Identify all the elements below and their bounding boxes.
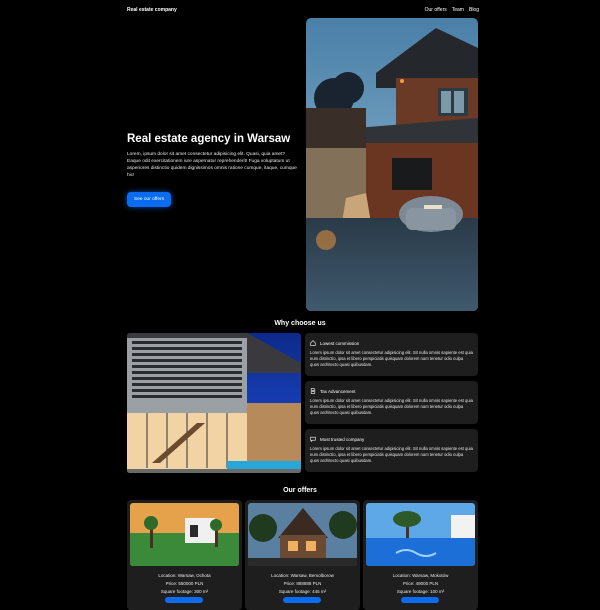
offer-location: Location: Warsaw, Bemolborow <box>271 573 334 578</box>
brand-logo[interactable]: Real estate company <box>127 7 177 13</box>
offer-footage: Square footage: 100 m² <box>396 589 445 594</box>
hero-description: Lorem, ipsum dolor sit amet consectetur … <box>127 151 297 178</box>
offer-location: Location: Warsaw, Ochota <box>158 573 211 578</box>
offers-section-title: Our offers <box>283 487 317 494</box>
nav-link-team[interactable]: Team <box>452 7 464 13</box>
hero-title: Real estate agency in Warsaw <box>127 133 291 145</box>
feature-card-commission: Lowest commission Lorem ipsum dolor sit … <box>305 333 478 376</box>
feature-text: Lorem ipsum dolor sit amet consectetur a… <box>310 446 473 464</box>
offer-image <box>130 503 239 566</box>
feature-card-trusted: Most trusted company Lorem ipsum dolor s… <box>305 429 478 472</box>
nav-link-offers[interactable]: Our offers <box>425 7 447 13</box>
offer-card[interactable]: Location: Warsaw, Bemolborow Price: 8888… <box>245 500 360 610</box>
feature-text: Lorem ipsum dolor sit amet consectetur a… <box>310 350 473 368</box>
offer-footage: Square footage: 445 m² <box>278 589 327 594</box>
hero-house-image <box>306 18 478 311</box>
feature-title: Tax Advancement <box>320 388 356 394</box>
nav-link-blog[interactable]: Blog <box>469 7 479 13</box>
hero-section: Real estate agency in Warsaw Lorem, ipsu… <box>127 133 299 207</box>
offer-card[interactable]: Location: Warsaw, Mokotów Price: 49000 P… <box>363 500 478 610</box>
chat-icon <box>310 436 316 442</box>
nav-links: Our offers Team Blog <box>425 7 479 13</box>
document-icon <box>310 388 316 394</box>
modern-house-image <box>127 333 301 473</box>
feature-title: Most trusted company <box>320 436 365 442</box>
feature-title: Lowest commission <box>320 340 360 346</box>
offer-card[interactable]: Location: Warsaw, Ochota Price: 550000 P… <box>127 500 242 610</box>
home-icon <box>310 340 316 346</box>
offer-price: Price: 550000 PLN <box>165 581 204 586</box>
offer-price: Price: 49000 PLN <box>402 581 439 586</box>
offer-details-button[interactable] <box>401 597 439 603</box>
feature-text: Lorem ipsum dolor sit amet consectetur a… <box>310 398 473 416</box>
offer-price: Price: 888888 PLN <box>283 581 322 586</box>
offer-details-button[interactable] <box>165 597 203 603</box>
feature-card-tax: Tax Advancement Lorem ipsum dolor sit am… <box>305 381 478 424</box>
offer-image <box>366 503 475 566</box>
navbar: Real estate company Our offers Team Blog <box>127 4 479 16</box>
offer-details-button[interactable] <box>283 597 321 603</box>
why-section-title: Why choose us <box>274 320 326 327</box>
offer-image <box>248 503 357 566</box>
offer-location: Location: Warsaw, Mokotów <box>392 573 449 578</box>
see-offers-button[interactable]: See our offers <box>127 191 172 207</box>
offer-footage: Square footage: 300 m² <box>160 589 209 594</box>
